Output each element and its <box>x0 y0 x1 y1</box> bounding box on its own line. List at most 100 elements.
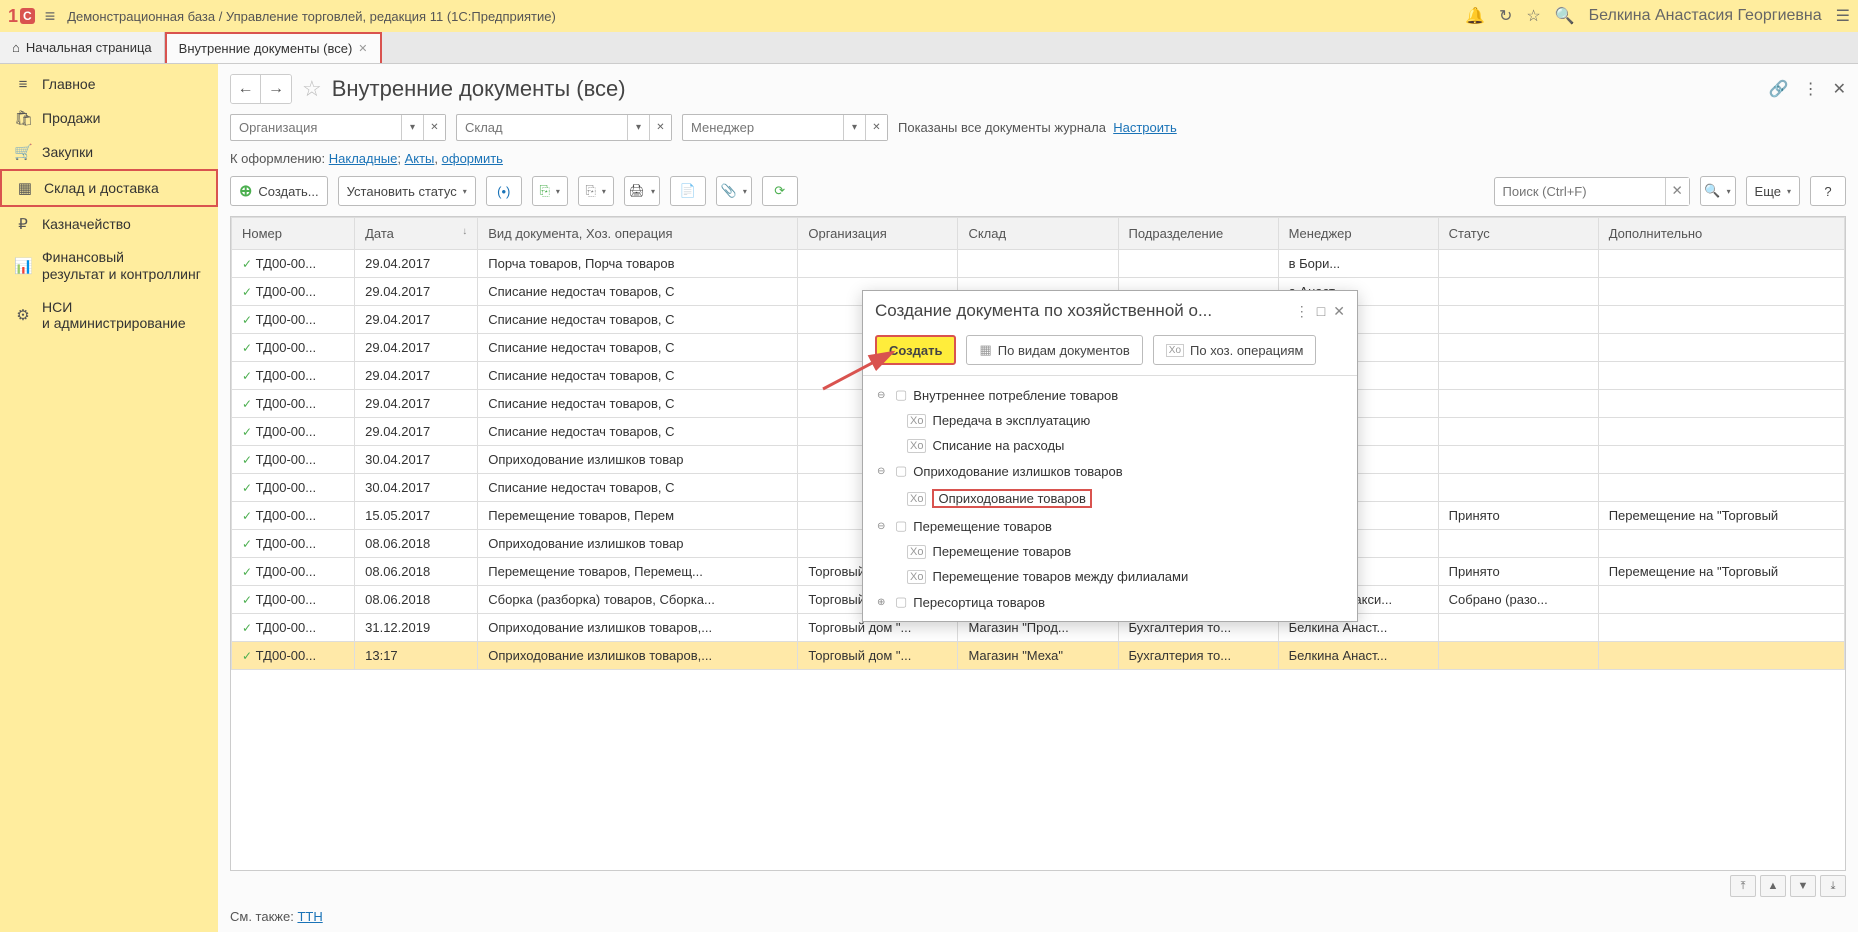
process-link-3[interactable]: оформить <box>442 151 503 166</box>
sidebar-item[interactable]: ▦Склад и доставка <box>0 169 218 207</box>
sidebar-item[interactable]: ₽Казначейство <box>0 207 218 241</box>
dialog-create-button[interactable]: Создать <box>875 335 956 365</box>
tree-toggle-icon[interactable]: ⊖ <box>877 466 889 477</box>
sidebar-icon: 🛍 <box>14 109 32 127</box>
tree-leaf-item[interactable]: XoСписание на расходы <box>863 433 1357 458</box>
tree-leaf-item[interactable]: XoОприходование товаров <box>863 484 1357 513</box>
sidebar-item[interactable]: ⚙НСИи администрирование <box>0 291 218 341</box>
back-button[interactable]: ← <box>231 75 261 103</box>
column-header[interactable]: Склад <box>958 218 1118 250</box>
attach-button[interactable]: 📎▾ <box>716 176 752 206</box>
doc-status-icon: ✓ <box>242 509 252 523</box>
kebab-icon[interactable]: ⋮ <box>1803 79 1819 99</box>
tab-close-icon[interactable]: ✕ <box>358 42 367 55</box>
dialog-kebab-icon[interactable]: ⋮ <box>1295 303 1309 320</box>
bell-icon[interactable]: 🔔 <box>1465 6 1485 26</box>
star-icon[interactable]: ☆ <box>1526 6 1540 26</box>
report-button[interactable]: 📄 <box>670 176 706 206</box>
user-name[interactable]: Белкина Анастасия Георгиевна <box>1589 7 1822 25</box>
history-icon[interactable]: ↻ <box>1499 6 1512 26</box>
sidebar-item[interactable]: 📊Финансовыйрезультат и контроллинг <box>0 241 218 291</box>
main-menu-icon[interactable]: ≡ <box>45 6 56 27</box>
table-nav-footer: ⤒ ▲ ▼ ⤓ <box>218 871 1858 901</box>
table-row[interactable]: ✓ ТД00-00...13:17Оприходование излишков … <box>232 642 1845 670</box>
tree-leaf-item[interactable]: XoПередача в эксплуатацию <box>863 408 1357 433</box>
close-icon[interactable]: ✕ <box>1833 79 1846 99</box>
favorite-star-icon[interactable]: ☆ <box>302 76 322 102</box>
page-footer: См. также: ТТН <box>218 901 1858 932</box>
set-status-button[interactable]: Установить статус▾ <box>338 176 476 206</box>
org-filter[interactable]: ▾ ✕ <box>230 114 446 141</box>
dt-button[interactable]: (•) <box>486 176 522 206</box>
table-down-button[interactable]: ▼ <box>1790 875 1816 897</box>
manager-clear[interactable]: ✕ <box>865 115 887 140</box>
org-dd[interactable]: ▾ <box>401 115 423 140</box>
process-link-1[interactable]: Накладные <box>329 151 398 166</box>
process-link-2[interactable]: Акты <box>405 151 435 166</box>
org-input[interactable] <box>231 115 401 140</box>
warehouse-dd[interactable]: ▾ <box>627 115 649 140</box>
sidebar-item[interactable]: 🛒Закупки <box>0 135 218 169</box>
print-button[interactable]: 🖨▾ <box>624 176 660 206</box>
doc-status-icon: ✓ <box>242 425 252 439</box>
search-box[interactable]: ✕ <box>1494 177 1690 206</box>
search-icon[interactable]: 🔍 <box>1555 6 1575 26</box>
tree-folder-item[interactable]: ⊕▢Пересортица товаров <box>863 589 1357 615</box>
link-icon[interactable]: 🔗 <box>1769 79 1789 99</box>
tab[interactable]: Внутренние документы (все)✕ <box>165 32 382 63</box>
operation-icon: Xo <box>907 492 926 506</box>
search-clear[interactable]: ✕ <box>1665 178 1689 205</box>
org-clear[interactable]: ✕ <box>423 115 445 140</box>
table-row[interactable]: ✓ ТД00-00...29.04.2017Порча товаров, Пор… <box>232 250 1845 278</box>
column-header[interactable]: Вид документа, Хоз. операция <box>478 218 798 250</box>
column-header[interactable]: Менеджер <box>1278 218 1438 250</box>
warehouse-filter[interactable]: ▾ ✕ <box>456 114 672 141</box>
table-up-button[interactable]: ▲ <box>1760 875 1786 897</box>
tree-toggle-icon[interactable]: ⊖ <box>877 521 889 532</box>
column-header[interactable]: Дополнительно <box>1598 218 1844 250</box>
copy-button[interactable]: ⎘▾ <box>532 176 568 206</box>
column-header[interactable]: Статус <box>1438 218 1598 250</box>
paste-button[interactable]: ⎘▾ <box>578 176 614 206</box>
sidebar-item[interactable]: ≡Главное <box>0 68 218 101</box>
find-button[interactable]: 🔍▾ <box>1700 176 1736 206</box>
column-header[interactable]: Дата↓ <box>355 218 478 250</box>
refresh-button[interactable]: ⟳ <box>762 176 798 206</box>
tree-label: Оприходование излишков товаров <box>913 464 1122 479</box>
dialog-maximize-icon[interactable]: □ <box>1317 303 1325 319</box>
app-title: Демонстрационная база / Управление торго… <box>67 9 1465 24</box>
help-button[interactable]: ? <box>1810 176 1846 206</box>
create-button[interactable]: ⊕Создать... <box>230 176 328 206</box>
column-header[interactable]: Номер <box>232 218 355 250</box>
tree-leaf-item[interactable]: XoПеремещение товаров между филиалами <box>863 564 1357 589</box>
column-header[interactable]: Организация <box>798 218 958 250</box>
dialog-tree[interactable]: ⊖▢Внутреннее потребление товаровXoПереда… <box>863 375 1357 621</box>
manager-filter[interactable]: ▾ ✕ <box>682 114 888 141</box>
column-header[interactable]: Подразделение <box>1118 218 1278 250</box>
customize-link[interactable]: Настроить <box>1113 120 1177 135</box>
menu-equals-icon[interactable]: ☰ <box>1836 6 1850 26</box>
main-area: ← → ☆ Внутренние документы (все) 🔗 ⋮ ✕ ▾… <box>218 64 1858 932</box>
sidebar-item[interactable]: 🛍Продажи <box>0 101 218 135</box>
manager-dd[interactable]: ▾ <box>843 115 865 140</box>
search-input[interactable] <box>1495 178 1665 205</box>
dialog-close-icon[interactable]: ✕ <box>1333 303 1345 320</box>
tree-toggle-icon[interactable]: ⊕ <box>877 597 889 608</box>
doc-status-icon: ✓ <box>242 537 252 551</box>
manager-input[interactable] <box>683 115 843 140</box>
warehouse-clear[interactable]: ✕ <box>649 115 671 140</box>
dialog-by-docs-button[interactable]: ▦По видам документов <box>966 335 1142 365</box>
tab[interactable]: ⌂Начальная страница <box>0 32 165 63</box>
forward-button[interactable]: → <box>261 75 291 103</box>
warehouse-input[interactable] <box>457 115 627 140</box>
tree-folder-item[interactable]: ⊖▢Оприходование излишков товаров <box>863 458 1357 484</box>
footer-link[interactable]: ТТН <box>297 909 322 924</box>
more-button[interactable]: Еще▾ <box>1746 176 1800 206</box>
table-top-button[interactable]: ⤒ <box>1730 875 1756 897</box>
tree-folder-item[interactable]: ⊖▢Перемещение товаров <box>863 513 1357 539</box>
tree-toggle-icon[interactable]: ⊖ <box>877 390 889 401</box>
dialog-by-ops-button[interactable]: XoПо хоз. операциям <box>1153 335 1317 365</box>
tree-leaf-item[interactable]: XoПеремещение товаров <box>863 539 1357 564</box>
tree-folder-item[interactable]: ⊖▢Внутреннее потребление товаров <box>863 382 1357 408</box>
table-bottom-button[interactable]: ⤓ <box>1820 875 1846 897</box>
